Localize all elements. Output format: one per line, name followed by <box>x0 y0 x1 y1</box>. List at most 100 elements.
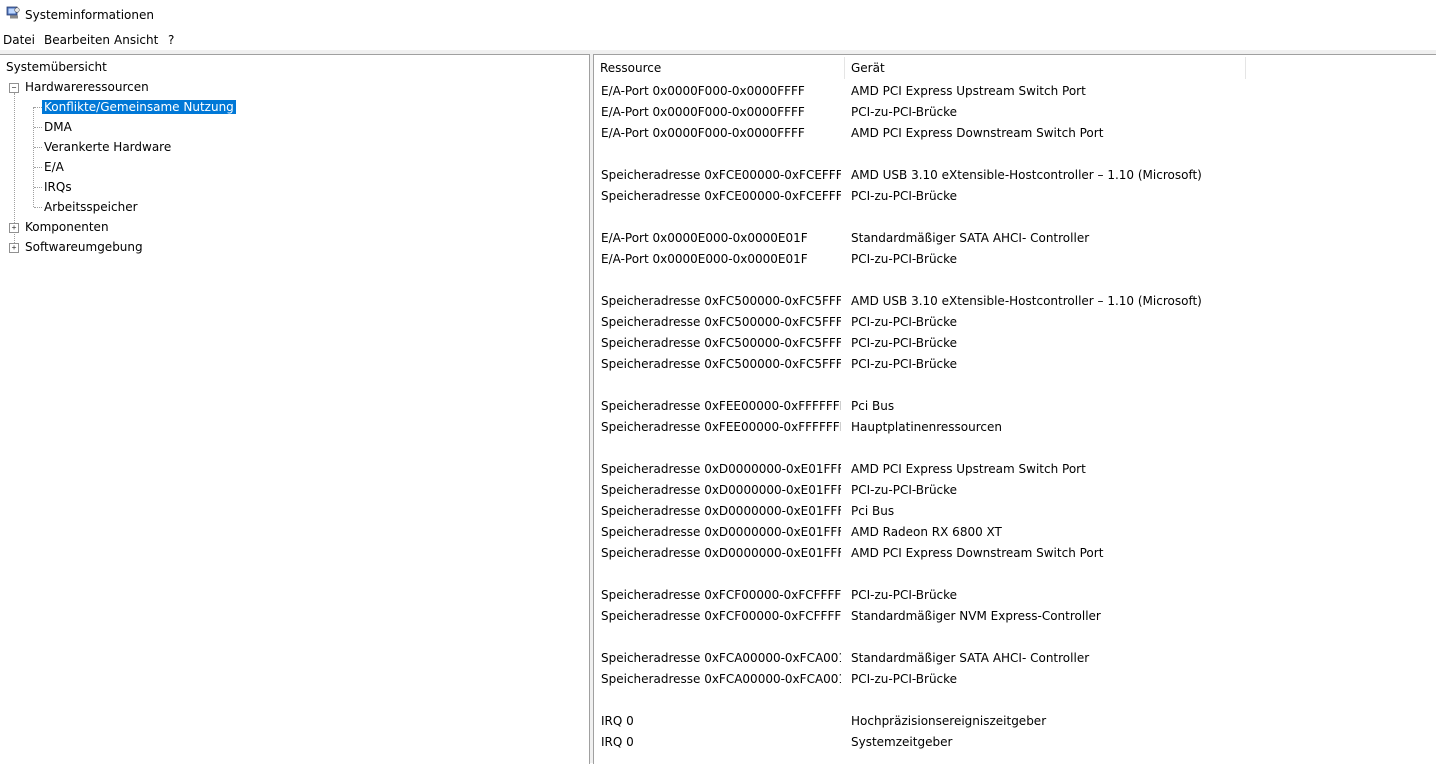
table-row[interactable]: Speicheradresse 0xD0000000-0xE01FFFFF PCI… <box>594 480 1436 501</box>
tree-item-label: Softwareumgebung <box>25 240 143 254</box>
tree-item-conflicts-sharing[interactable]: Konflikte/Gemeinsame Nutzung <box>42 98 236 116</box>
tree-item-label: Komponenten <box>25 220 109 234</box>
table-row[interactable]: IRQ 0 Hochpräzisionsereigniszeitgeber <box>594 711 1436 732</box>
table-row[interactable]: Speicheradresse 0xFEE00000-0xFFFFFFFF Pci… <box>594 396 1436 417</box>
resource-cell: Speicheradresse 0xFC500000-0xFC5FFFFF <box>601 294 841 308</box>
tree-item-components[interactable]: Komponenten <box>23 218 111 236</box>
table-row[interactable]: Speicheradresse 0xFCE00000-0xFCEFFFFF AMD… <box>594 165 1436 186</box>
tree-item-forced-hardware[interactable]: Verankerte Hardware <box>42 138 173 156</box>
table-row[interactable]: Speicheradresse 0xFC500000-0xFC5FFFFF PCI… <box>594 354 1436 375</box>
tree-item-dma[interactable]: DMA <box>42 118 74 136</box>
tree-item-label: Konflikte/Gemeinsame Nutzung <box>42 100 236 114</box>
expand-icon[interactable]: + <box>9 243 19 253</box>
resource-cell: E/A-Port 0x0000E000-0x0000E01F <box>601 231 808 245</box>
tree-item-label: DMA <box>44 120 72 134</box>
tree-connector <box>33 107 34 207</box>
resource-cell: Speicheradresse 0xFCE00000-0xFCEFFFFF <box>601 189 841 203</box>
table-row[interactable]: IRQ 0 Systemzeitgeber <box>594 732 1436 753</box>
resource-cell: Speicheradresse 0xFCA00000-0xFCA001... <box>601 651 841 665</box>
resource-cell: Speicheradresse 0xFCF00000-0xFCFFFFFF <box>601 588 841 602</box>
device-cell: Hochpräzisionsereigniszeitgeber <box>851 714 1047 728</box>
tree-item-system-summary[interactable]: Systemübersicht <box>4 58 109 76</box>
table-row[interactable]: Speicheradresse 0xD0000000-0xE01FFFFF AMD… <box>594 522 1436 543</box>
system-information-app-icon <box>6 6 20 19</box>
tree-item-label: Verankerte Hardware <box>44 140 172 154</box>
table-row[interactable]: Speicheradresse 0xFCA00000-0xFCA001... PC… <box>594 669 1436 690</box>
table-row[interactable]: Speicheradresse 0xD0000000-0xE01FFFFF AMD… <box>594 459 1436 480</box>
resource-cell: Speicheradresse 0xFC500000-0xFC5FFFFF <box>601 336 841 350</box>
resource-cell: Speicheradresse 0xFCA00000-0xFCA001... <box>601 672 841 686</box>
details-list[interactable]: Ressource Gerät E/A-Port 0x0000F000-0x00… <box>593 54 1436 764</box>
device-cell: PCI-zu-PCI-Brücke <box>851 336 958 350</box>
tree-item-software-environment[interactable]: Softwareumgebung <box>23 238 145 256</box>
table-row[interactable]: Speicheradresse 0xFC500000-0xFC5FFFFF PCI… <box>594 312 1436 333</box>
table-row <box>594 627 1436 648</box>
menu-ansicht[interactable]: Ansicht <box>114 33 158 47</box>
device-cell: PCI-zu-PCI-Brücke <box>851 672 958 686</box>
tree-item-label: E/A <box>44 160 64 174</box>
resource-cell: E/A-Port 0x0000F000-0x0000FFFF <box>601 84 805 98</box>
table-row[interactable]: E/A-Port 0x0000F000-0x0000FFFF PCI-zu-PCI… <box>594 102 1436 123</box>
tree-connector <box>34 147 42 148</box>
tree-item-irqs[interactable]: IRQs <box>42 178 74 196</box>
menu-bar: Datei Bearbeiten Ansicht ? <box>0 30 1436 50</box>
table-row[interactable]: Speicheradresse 0xFCA00000-0xFCA001... St… <box>594 648 1436 669</box>
table-row[interactable]: E/A-Port 0x0000E000-0x0000E01F Standardmä… <box>594 228 1436 249</box>
resource-cell: Speicheradresse 0xFCE00000-0xFCEFFFFF <box>601 168 841 182</box>
device-cell: AMD Radeon RX 6800 XT <box>851 525 1002 539</box>
category-tree[interactable]: Systemübersicht − Hardwareressourcen Kon… <box>0 54 590 764</box>
table-row[interactable]: Speicheradresse 0xFCF00000-0xFCFFFFFF PCI… <box>594 585 1436 606</box>
table-row[interactable]: E/A-Port 0x0000F000-0x0000FFFF AMD PCI Ex… <box>594 123 1436 144</box>
resource-cell: IRQ 0 <box>601 714 634 728</box>
device-cell: PCI-zu-PCI-Brücke <box>851 315 958 329</box>
table-row[interactable]: Speicheradresse 0xFCE00000-0xFCEFFFFF PCI… <box>594 186 1436 207</box>
table-row <box>594 144 1436 165</box>
table-row <box>594 375 1436 396</box>
tree-item-memory[interactable]: Arbeitsspeicher <box>42 198 140 216</box>
resource-cell: Speicheradresse 0xD0000000-0xE01FFFFF <box>601 525 841 539</box>
device-cell: AMD PCI Express Downstream Switch Port <box>851 546 1104 560</box>
column-divider[interactable] <box>1245 57 1246 79</box>
table-row[interactable]: Speicheradresse 0xD0000000-0xE01FFFFF Pci… <box>594 501 1436 522</box>
collapse-icon[interactable]: − <box>9 83 19 93</box>
tree-connector <box>34 187 42 188</box>
menu-bearbeiten[interactable]: Bearbeiten <box>44 33 110 47</box>
tree-connector <box>34 127 42 128</box>
tree-item-label: Hardwareressourcen <box>25 80 149 94</box>
column-header-device[interactable]: Gerät <box>845 55 1245 81</box>
device-cell: AMD USB 3.10 eXtensible-Hostcontroller –… <box>851 294 1202 308</box>
device-cell: Hauptplatinenressourcen <box>851 420 1003 434</box>
table-row <box>594 207 1436 228</box>
resource-cell: IRQ 0 <box>601 735 634 749</box>
table-row[interactable]: Speicheradresse 0xD0000000-0xE01FFFFF AMD… <box>594 543 1436 564</box>
column-header-resource[interactable]: Ressource <box>594 55 844 81</box>
table-row[interactable]: Speicheradresse 0xFC500000-0xFC5FFFFF PCI… <box>594 333 1436 354</box>
table-row[interactable]: E/A-Port 0x0000F000-0x0000FFFF AMD PCI Ex… <box>594 81 1436 102</box>
device-cell: PCI-zu-PCI-Brücke <box>851 588 958 602</box>
table-row[interactable]: Speicheradresse 0xFCF00000-0xFCFFFFFF Sta… <box>594 606 1436 627</box>
device-cell: AMD PCI Express Upstream Switch Port <box>851 84 1086 98</box>
device-cell: Standardmäßiger NVM Express-Controller <box>851 609 1101 623</box>
tree-item-label: Systemübersicht <box>6 60 107 74</box>
device-cell: AMD PCI Express Upstream Switch Port <box>851 462 1086 476</box>
window-title: Systeminformationen <box>25 8 154 22</box>
table-row[interactable]: E/A-Port 0x0000E000-0x0000E01F PCI-zu-PCI… <box>594 249 1436 270</box>
device-cell: PCI-zu-PCI-Brücke <box>851 252 958 266</box>
menu-datei[interactable]: Datei <box>3 33 35 47</box>
tree-item-io[interactable]: E/A <box>42 158 66 176</box>
device-cell: AMD PCI Express Downstream Switch Port <box>851 126 1104 140</box>
table-row[interactable]: Speicheradresse 0xFC500000-0xFC5FFFFF AMD… <box>594 291 1436 312</box>
tree-item-hardware-resources[interactable]: Hardwareressourcen <box>23 78 151 96</box>
resource-cell: Speicheradresse 0xD0000000-0xE01FFFFF <box>601 504 841 518</box>
tree-connector <box>34 207 42 208</box>
resource-cell: Speicheradresse 0xFC500000-0xFC5FFFFF <box>601 357 841 371</box>
device-cell: PCI-zu-PCI-Brücke <box>851 357 958 371</box>
resource-cell: E/A-Port 0x0000F000-0x0000FFFF <box>601 105 805 119</box>
device-cell: Pci Bus <box>851 399 895 413</box>
device-cell: Standardmäßiger SATA AHCI- Controller <box>851 651 1090 665</box>
expand-icon[interactable]: + <box>9 223 19 233</box>
device-cell: AMD USB 3.10 eXtensible-Hostcontroller –… <box>851 168 1202 182</box>
menu-help[interactable]: ? <box>168 33 174 47</box>
table-row[interactable]: Speicheradresse 0xFEE00000-0xFFFFFFFF Hau… <box>594 417 1436 438</box>
device-cell: Pci Bus <box>851 504 895 518</box>
